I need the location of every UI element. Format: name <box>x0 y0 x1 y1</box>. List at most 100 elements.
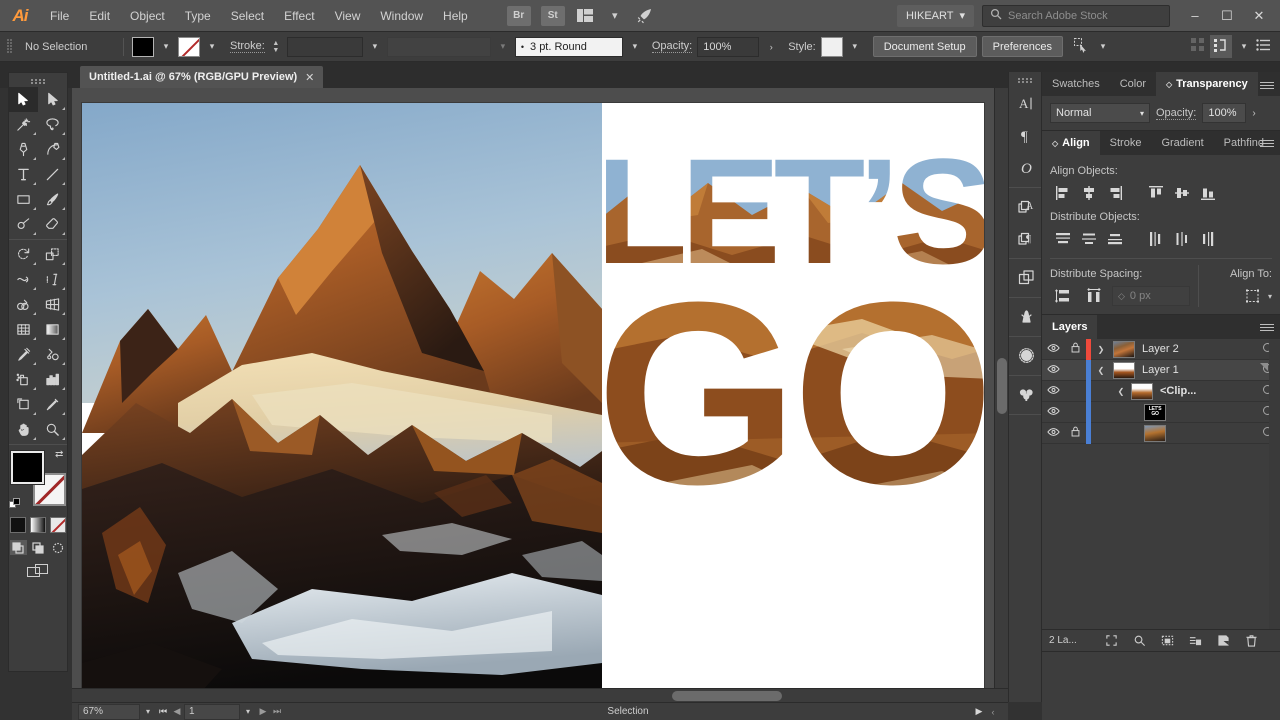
menu-select[interactable]: Select <box>221 0 274 32</box>
distribute-left-icon[interactable] <box>1143 228 1168 250</box>
stroke-weight-chevron-down-icon[interactable]: ▾ <box>368 37 382 57</box>
create-new-layer-icon[interactable] <box>1211 631 1237 651</box>
none-button[interactable] <box>50 517 66 533</box>
layer-lock-toggle[interactable] <box>1064 426 1086 440</box>
layer-collapse-toggle[interactable]: ❮ <box>1091 366 1111 375</box>
document-setup-button[interactable]: Document Setup <box>872 36 977 57</box>
scale-tool[interactable] <box>38 242 67 267</box>
sublayer-collapse-toggle[interactable]: ❮ <box>1111 387 1131 396</box>
status-text[interactable]: Selection <box>284 706 972 717</box>
artboard-chevron-down-icon[interactable]: ▾ <box>240 707 256 716</box>
horizontal-scroll-thumb[interactable] <box>672 691 782 701</box>
align-vertical-center-icon[interactable] <box>1169 182 1194 204</box>
arrange-objects-icon[interactable] <box>1210 35 1232 58</box>
transparency-opacity-expand-icon[interactable]: › <box>1252 108 1255 119</box>
layer-name[interactable]: Layer 2 <box>1142 343 1254 355</box>
first-artboard-button[interactable]: ⏮ <box>156 706 170 717</box>
free-transform-tool[interactable] <box>38 267 67 292</box>
select-similar-objects-icon[interactable] <box>1073 37 1091 56</box>
arrange-chevron-down-icon[interactable]: ▾ <box>602 5 628 27</box>
tab-gradient[interactable]: Gradient <box>1151 131 1213 155</box>
fill-chevron-down-icon[interactable]: ▾ <box>159 37 173 57</box>
draw-inside-icon[interactable] <box>50 540 67 555</box>
poster-headline-group[interactable]: LET’S GO <box>602 153 984 663</box>
stock-icon[interactable]: St <box>540 5 565 26</box>
hand-tool[interactable] <box>9 417 38 442</box>
align-right-icon[interactable] <box>1102 182 1127 204</box>
tab-layers[interactable]: Layers <box>1042 315 1098 339</box>
layers-list[interactable]: ❯ Layer 2 ❮ Layer 1 ❮ <Clip... LET'S GO <box>1042 338 1280 629</box>
locate-object-icon[interactable] <box>1099 631 1125 651</box>
document-tab-close-icon[interactable]: ✕ <box>305 71 314 84</box>
opacity-expand-icon[interactable]: › <box>764 37 778 57</box>
align-grid-icon[interactable] <box>1191 38 1205 55</box>
column-graph-tool[interactable] <box>38 367 67 392</box>
table-row[interactable]: ❯ Layer 2 <box>1042 338 1280 360</box>
control-bar-grip[interactable] <box>6 38 14 56</box>
menu-edit[interactable]: Edit <box>79 0 120 32</box>
menu-window[interactable]: Window <box>370 0 433 32</box>
curvature-tool[interactable] <box>38 137 67 162</box>
paragraph-styles-panel-icon[interactable]: ¶ <box>1009 222 1043 254</box>
align-horizontal-center-icon[interactable] <box>1076 182 1101 204</box>
tab-swatches[interactable]: Swatches <box>1042 72 1110 96</box>
layers-scrollbar[interactable] <box>1269 339 1280 629</box>
graphic-style-swatch[interactable] <box>820 36 843 57</box>
layer-name[interactable]: Layer 1 <box>1142 364 1254 376</box>
icon-strip-grip[interactable] <box>1009 72 1041 85</box>
tab-stroke[interactable]: Stroke <box>1100 131 1152 155</box>
maximize-button[interactable]: ☐ <box>1212 4 1242 28</box>
artboards-panel-icon[interactable] <box>1009 261 1043 293</box>
layer-visibility-toggle[interactable] <box>1042 427 1064 440</box>
status-resize-icon[interactable]: ‹ <box>986 707 1000 717</box>
variable-width-profile-field[interactable] <box>386 36 491 57</box>
previous-artboard-button[interactable]: ◀ <box>170 706 184 717</box>
paragraph-panel-icon[interactable]: ¶ <box>1009 119 1043 151</box>
next-artboard-button[interactable]: ▶ <box>256 706 270 717</box>
canvas-vertical-scrollbar[interactable] <box>994 88 1008 688</box>
menu-object[interactable]: Object <box>120 0 175 32</box>
arrange-chevron-down-icon-2[interactable]: ▾ <box>1237 37 1251 57</box>
layer-visibility-toggle[interactable] <box>1042 364 1064 377</box>
control-bar-options-menu-icon[interactable] <box>1256 39 1270 54</box>
tab-transparency[interactable]: ◇ Transparency <box>1156 72 1258 96</box>
tab-align[interactable]: ◇ Align <box>1042 131 1100 155</box>
workspace-switcher[interactable]: HIKEART ▾ <box>896 4 974 27</box>
layer-visibility-toggle[interactable] <box>1042 406 1064 419</box>
select-similar-chevron-down-icon[interactable]: ▾ <box>1096 37 1110 57</box>
vertical-scroll-thumb[interactable] <box>997 358 1007 414</box>
artboard-tool[interactable] <box>9 392 38 417</box>
canvas-area[interactable]: LET’S GO <box>72 88 1008 702</box>
shape-builder-tool[interactable] <box>9 292 38 317</box>
transparency-opacity-field[interactable]: 100% <box>1202 103 1247 123</box>
stroke-weight-field[interactable] <box>286 36 363 57</box>
draw-behind-icon[interactable] <box>30 540 47 555</box>
style-chevron-down-icon[interactable]: ▾ <box>848 37 862 57</box>
table-row[interactable]: LET'S GO <box>1042 401 1280 423</box>
eraser-tool[interactable] <box>38 212 67 237</box>
character-styles-panel-icon[interactable]: A <box>1009 190 1043 222</box>
layer-lock-toggle[interactable] <box>1064 342 1086 356</box>
zoom-tool[interactable] <box>38 417 67 442</box>
menu-effect[interactable]: Effect <box>274 0 324 32</box>
brushes-panel-icon[interactable] <box>1009 300 1043 332</box>
lasso-tool[interactable] <box>38 112 67 137</box>
menu-type[interactable]: Type <box>175 0 221 32</box>
last-artboard-button[interactable]: ⏭ <box>270 706 284 717</box>
blend-tool[interactable] <box>38 342 67 367</box>
artboard-number-field[interactable]: 1 <box>184 703 240 720</box>
table-row[interactable]: ❮ Layer 1 <box>1042 359 1280 381</box>
stroke-weight-label[interactable]: Stroke: <box>230 40 265 53</box>
opacity-field[interactable]: 100% <box>697 36 760 57</box>
table-row[interactable] <box>1042 422 1280 444</box>
align-bottom-icon[interactable] <box>1195 182 1220 204</box>
artboard[interactable]: LET’S GO <box>82 103 984 691</box>
draw-normal-icon[interactable] <box>9 540 27 555</box>
layer-name[interactable]: <Clip... <box>1160 385 1254 397</box>
menu-view[interactable]: View <box>325 0 371 32</box>
pen-tool[interactable] <box>9 137 38 162</box>
fill-color-box[interactable] <box>11 451 44 484</box>
symbols-panel-icon[interactable] <box>1009 339 1043 371</box>
stock-search-field[interactable]: Search Adobe Stock <box>982 4 1170 27</box>
gradient-tool[interactable] <box>38 317 67 342</box>
